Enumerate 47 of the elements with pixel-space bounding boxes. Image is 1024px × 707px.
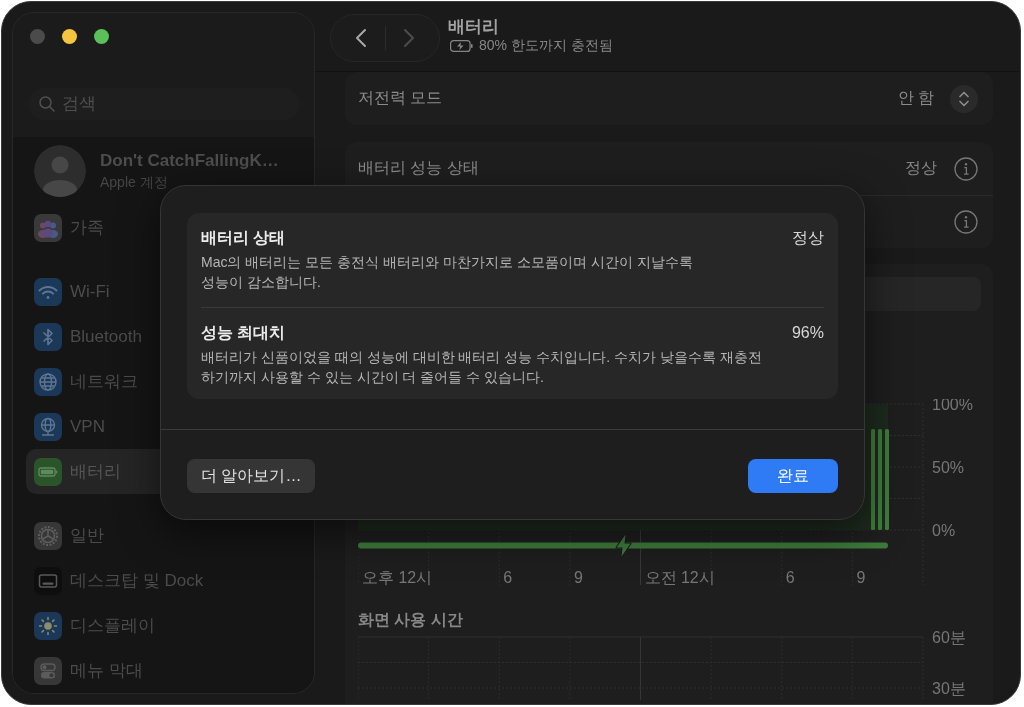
zoom-icon[interactable] (94, 29, 109, 44)
globe-network-icon (34, 412, 62, 441)
section-title: 화면 사용 시간 (358, 610, 464, 630)
chevron-right-icon (403, 28, 416, 48)
battery-icon (34, 457, 62, 486)
info-description: 배터리가 신품이었을 때의 성능에 대비한 배터리 성능 수치입니다. 수치가 낮을수록 재충전 하기까지 사용할 수 있는 시간이 더 줄어들 수 있습니다. (201, 348, 763, 387)
axis-label: 6 (785, 568, 795, 586)
bluetooth-icon (34, 322, 62, 351)
axis-label: 오전 12시 (644, 568, 715, 586)
info-title: 성능 최대치 (201, 323, 286, 343)
people-icon (34, 213, 62, 242)
window-icon (34, 566, 62, 595)
chevron-left-icon (354, 28, 367, 48)
row-label: 저전력 모드 (358, 88, 443, 108)
up-down-chevron-icon (950, 84, 978, 113)
info-description: Mac의 배터리는 모든 충전식 배터리와 마찬가지로 소모품이며 시간이 지날수록 성능이 감소합니다. (201, 253, 694, 292)
axis-label: 9 (573, 568, 583, 586)
axis-label: 50% (932, 458, 965, 476)
axis-label: 9 (856, 568, 866, 586)
info-value: 정상 (792, 228, 824, 248)
search-icon (39, 96, 55, 112)
learn-more-button[interactable]: 더 알아보기… (187, 459, 316, 493)
axis-label: 60분 (932, 630, 966, 646)
gear-icon (34, 521, 62, 550)
info-icon[interactable] (954, 156, 978, 181)
axis-label: 0% (932, 521, 956, 539)
battery-charging-icon (450, 40, 473, 52)
row-value: 정상 (905, 158, 937, 178)
avatar-icon (34, 145, 86, 197)
row-label: 배터리 성능 상태 (358, 158, 479, 178)
wifi-icon (34, 277, 62, 306)
header-subtitle: 80% 한도까지 충전됨 (479, 37, 613, 55)
globe-icon (34, 367, 62, 396)
toggles-icon (34, 656, 62, 685)
popup-button[interactable]: 안 함 (897, 84, 978, 113)
axis-label: 30분 (932, 679, 966, 697)
minimize-icon[interactable] (62, 29, 77, 44)
axis-label: 오후 12시 (362, 568, 433, 586)
page-title: 배터리 (448, 17, 499, 37)
done-button[interactable]: 완료 (748, 459, 838, 493)
axis-label: 100% (932, 399, 973, 413)
axis-label: 6 (503, 568, 513, 586)
info-value: 96% (791, 323, 824, 343)
account-name: Don't CatchFallingK… (100, 150, 279, 171)
sun-icon (34, 611, 62, 640)
info-icon[interactable] (954, 210, 978, 234)
info-title: 배터리 상태 (201, 228, 286, 248)
